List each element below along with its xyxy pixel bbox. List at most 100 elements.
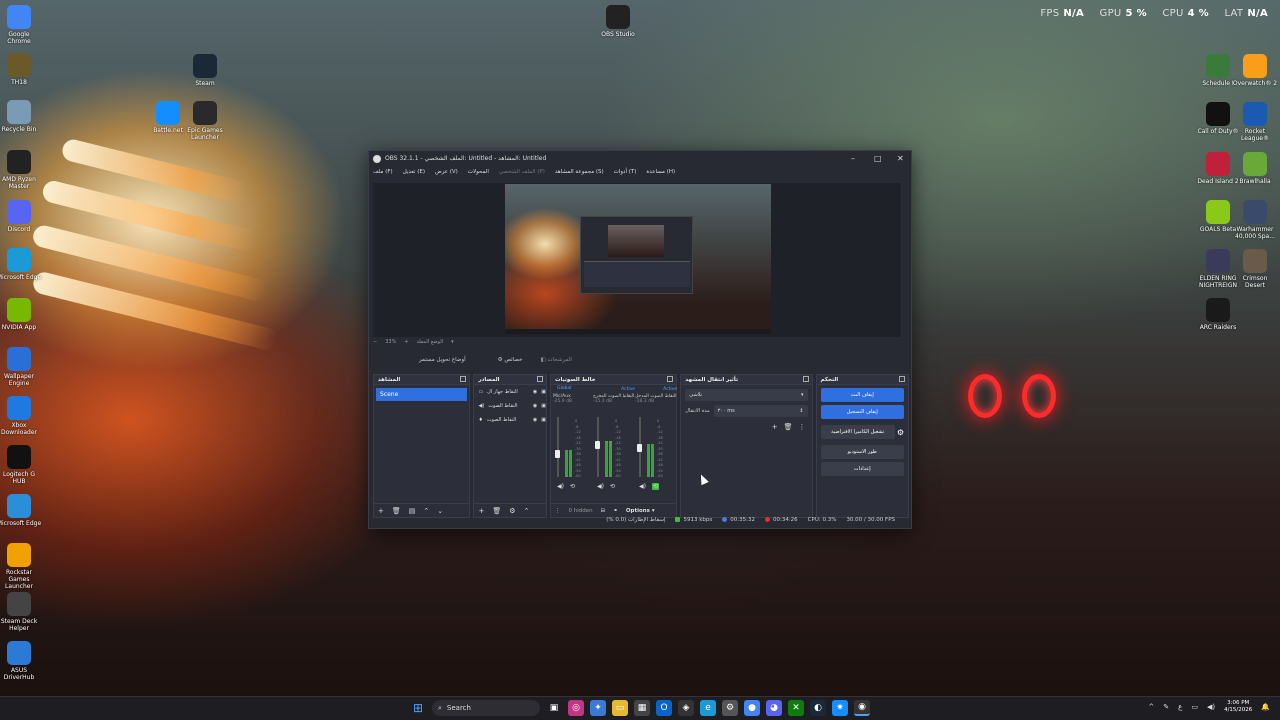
source-row[interactable]: ♦ التقاط الصوت ◉ ▣: [474, 413, 546, 427]
desktop-shortcut[interactable]: ASUS DriverHub: [0, 641, 42, 681]
monitor-audio-icon[interactable]: ⟲: [610, 483, 615, 490]
dock-float-icon[interactable]: [537, 376, 544, 382]
virtual-camera-button[interactable]: تشغيل الكاميرا الافتراضية: [820, 425, 895, 439]
xbox-icon[interactable]: ✕: [788, 700, 804, 716]
trash-icon[interactable]: 🗑: [784, 423, 793, 431]
gear-icon[interactable]: ⚙: [509, 507, 515, 515]
wallpaper-icon[interactable]: ◈: [678, 700, 694, 716]
start-icon[interactable]: ⊞: [410, 700, 426, 716]
move-up-icon[interactable]: ⌃: [523, 507, 529, 515]
lock-icon[interactable]: ▣: [541, 389, 546, 395]
close-icon[interactable]: ✕: [897, 154, 904, 163]
desktop-shortcut[interactable]: OBS Studio: [595, 5, 641, 38]
volume-icon[interactable]: ◀): [1207, 703, 1215, 711]
move-down-icon[interactable]: ⌄: [437, 507, 443, 515]
fader-knob[interactable]: [555, 450, 561, 458]
zoom-out-icon[interactable]: −: [373, 339, 377, 345]
menu-item[interactable]: ملف (F): [373, 169, 393, 175]
menu-item[interactable]: تعديل (E): [403, 169, 425, 175]
chevron-down-icon[interactable]: ▾: [451, 339, 454, 345]
desktop-shortcut[interactable]: Microsoft Edge: [0, 494, 42, 527]
outlook-icon[interactable]: O: [656, 700, 672, 716]
desktop-shortcut[interactable]: Crimson Desert: [1232, 249, 1278, 289]
source-row[interactable]: ◀) التقاط الصوت ◉ ▣: [474, 399, 546, 413]
menu-item[interactable]: مساعدة (H): [646, 169, 675, 175]
lock-icon[interactable]: ▣: [541, 417, 546, 423]
obs-window[interactable]: OBS 32.1.1 - الملف الشخصي: Untitled - ال…: [368, 150, 912, 529]
store-icon[interactable]: ▦: [634, 700, 650, 716]
menu-item[interactable]: عرض (V): [435, 169, 458, 175]
desktop-shortcut[interactable]: Wallpaper Engine: [0, 347, 42, 387]
trash-icon[interactable]: 🗑: [492, 507, 501, 515]
desktop-shortcut[interactable]: Xbox Downloader: [0, 396, 42, 436]
clock[interactable]: 3:06 PM 4/15/2026: [1224, 700, 1252, 714]
fader-knob[interactable]: [637, 444, 643, 452]
hidden-count[interactable]: 0 hidden: [569, 508, 593, 514]
trash-icon[interactable]: 🗑: [392, 507, 401, 515]
minimize-icon[interactable]: –: [851, 154, 855, 163]
desktop-shortcut[interactable]: ARC Raiders: [1195, 298, 1241, 331]
obs-icon[interactable]: ◉: [854, 700, 870, 716]
file-explorer-icon[interactable]: ▭: [612, 700, 628, 716]
search-box[interactable]: ⌕ Search: [432, 700, 540, 716]
desktop-shortcut[interactable]: Rockstar Games Launcher: [0, 543, 42, 590]
desktop-shortcut[interactable]: Microsoft Edge: [0, 248, 42, 281]
menu-item[interactable]: المحولات: [468, 169, 489, 175]
stepper-icon[interactable]: ⇕: [799, 405, 803, 417]
edge-icon[interactable]: e: [700, 700, 716, 716]
dock-float-icon[interactable]: [898, 376, 905, 382]
desktop-shortcut[interactable]: AMD Ryzen Master: [0, 150, 42, 190]
filters-button[interactable]: ◧ المرشحات: [534, 355, 577, 365]
task-view-icon[interactable]: ▣: [546, 700, 562, 716]
eye-icon[interactable]: ◉: [533, 389, 537, 395]
desktop-shortcut[interactable]: Logitech G HUB: [0, 445, 42, 485]
studio-mode-label[interactable]: أوضاع تحويل مستمر: [413, 355, 472, 365]
obs-titlebar[interactable]: OBS 32.1.1 - الملف الشخصي: Untitled - ال…: [369, 151, 911, 166]
desktop-shortcut[interactable]: NVIDIA App: [0, 298, 42, 331]
desktop-shortcut[interactable]: Steam Deck Helper: [0, 592, 42, 632]
chevron-up-icon[interactable]: ^: [1148, 703, 1154, 711]
layout-icon[interactable]: ⊟: [601, 508, 606, 514]
instagram-icon[interactable]: ◎: [568, 700, 584, 716]
desktop-shortcut[interactable]: TH18: [0, 53, 42, 86]
desktop-shortcut[interactable]: Brawlhalla: [1232, 152, 1278, 185]
desktop-shortcut[interactable]: Discord: [0, 200, 42, 233]
steam-icon[interactable]: ◐: [810, 700, 826, 716]
discord-icon[interactable]: ◕: [766, 700, 782, 716]
preview-canvas[interactable]: [505, 184, 771, 334]
desktop-shortcut[interactable]: Epic Games Launcher: [182, 101, 228, 141]
desktop-shortcut[interactable]: Overwatch® 2: [1232, 54, 1278, 87]
volume-fader[interactable]: [557, 417, 560, 477]
settings-button[interactable]: إعدادات: [820, 462, 904, 476]
maximize-icon[interactable]: □: [874, 154, 882, 163]
fader-knob[interactable]: [595, 441, 601, 449]
menu-item[interactable]: أدوات (T): [614, 169, 637, 175]
dock-float-icon[interactable]: [460, 376, 467, 382]
pen-icon[interactable]: ✎: [1163, 703, 1169, 711]
duration-input[interactable]: ٣٠٠ ms ⇕: [713, 405, 808, 417]
desktop-shortcut[interactable]: Warhammer 40,000 Spa...: [1232, 200, 1278, 240]
zoom-in-icon[interactable]: +: [404, 339, 408, 345]
link-icon[interactable]: ⚭: [613, 508, 618, 514]
headphones-icon[interactable]: ⟲: [651, 483, 660, 490]
monitor-audio-icon[interactable]: ⟲: [570, 483, 575, 490]
more-icon[interactable]: ⋮: [555, 508, 561, 514]
battlenet-icon[interactable]: ✷: [832, 700, 848, 716]
scene-filter-icon[interactable]: ▤: [409, 507, 416, 515]
options-button[interactable]: Options ▾: [626, 508, 655, 514]
network-icon[interactable]: ▭: [1191, 703, 1198, 711]
eye-icon[interactable]: ◉: [533, 403, 537, 409]
dock-float-icon[interactable]: [802, 376, 809, 382]
menu-item[interactable]: الملف الشخصي (P): [499, 169, 545, 175]
desktop-shortcut[interactable]: Google Chrome: [0, 5, 42, 45]
studio-mode-button[interactable]: طور الاستوديو: [820, 445, 904, 459]
gear-icon[interactable]: ⚙: [897, 428, 904, 437]
dock-float-icon[interactable]: [667, 376, 674, 382]
desktop-shortcut[interactable]: Recycle Bin: [0, 100, 42, 133]
stop-streaming-button[interactable]: إيقاف البث: [820, 388, 904, 402]
settings-icon[interactable]: ⚙: [722, 700, 738, 716]
copilot-icon[interactable]: ✦: [590, 700, 606, 716]
notification-icon[interactable]: 🔔: [1261, 703, 1270, 711]
lock-icon[interactable]: ▣: [541, 403, 546, 409]
add-icon[interactable]: +: [478, 507, 484, 515]
